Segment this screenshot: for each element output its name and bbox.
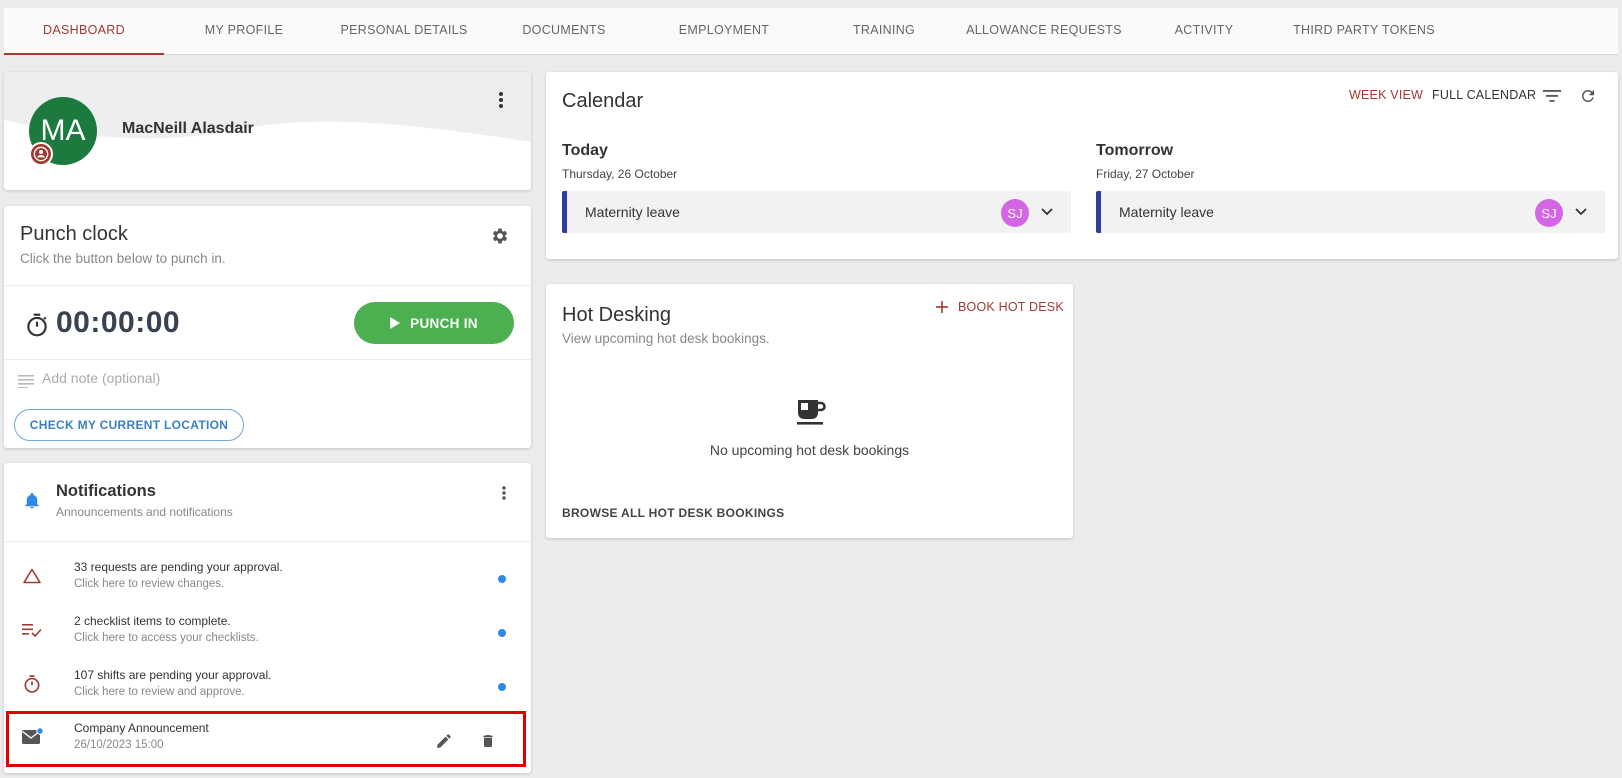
- day-date-tomorrow: Friday, 27 October: [1096, 167, 1195, 181]
- bell-icon: [22, 491, 42, 511]
- book-hot-desk-label: BOOK HOT DESK: [958, 300, 1064, 314]
- chevron-down-icon[interactable]: [1571, 202, 1591, 222]
- stopwatch-icon: [24, 312, 50, 338]
- hot-desking-card: Hot Desking View upcoming hot desk booki…: [546, 284, 1073, 538]
- trash-icon[interactable]: [478, 731, 498, 751]
- tab-allowance-requests[interactable]: ALLOWANCE REQUESTS: [964, 8, 1124, 54]
- notification-text: 2 checklist items to complete.: [74, 614, 231, 628]
- gear-icon[interactable]: [490, 226, 510, 246]
- punch-clock-title: Punch clock: [20, 223, 128, 245]
- notifications-card: Notifications Announcements and notifica…: [4, 463, 531, 773]
- play-icon: [390, 317, 401, 329]
- tab-personal-details[interactable]: PERSONAL DETAILS: [324, 8, 484, 54]
- notification-timestamp: 26/10/2023 15:00: [74, 739, 164, 751]
- hot-desking-subtitle: View upcoming hot desk bookings.: [562, 331, 770, 346]
- notification-subtext: Click here to review changes.: [74, 578, 225, 590]
- user-badge-icon: [29, 142, 53, 166]
- more-vert-icon[interactable]: [494, 483, 514, 503]
- day-label-today: Today: [562, 142, 608, 159]
- punch-in-button[interactable]: PUNCH IN: [354, 302, 514, 344]
- avatar: SJ: [1001, 199, 1029, 227]
- more-vert-icon[interactable]: [491, 90, 511, 110]
- notification-text: 33 requests are pending your approval.: [74, 560, 283, 574]
- punch-clock-subtitle: Click the button below to punch in.: [20, 251, 226, 266]
- notification-item-checklist[interactable]: 2 checklist items to complete. Click her…: [4, 608, 531, 660]
- unread-dot: [498, 575, 506, 583]
- calendar-event-tomorrow[interactable]: Maternity leave SJ: [1096, 191, 1605, 233]
- notification-item-announcement[interactable]: Company Announcement 26/10/2023 15:00: [4, 715, 531, 767]
- event-title: Maternity leave: [1119, 204, 1214, 220]
- stopwatch-icon: [20, 672, 44, 696]
- notification-text: 107 shifts are pending your approval.: [74, 668, 272, 682]
- warning-triangle-icon: [20, 564, 44, 588]
- book-hot-desk-button[interactable]: BOOK HOT DESK: [936, 300, 1064, 314]
- week-view-button[interactable]: WEEK VIEW: [1349, 88, 1423, 102]
- profile-name: MacNeill Alasdair: [122, 120, 254, 137]
- checklist-icon: [20, 618, 44, 642]
- browse-hot-desk-bookings-button[interactable]: BROWSE ALL HOT DESK BOOKINGS: [562, 506, 784, 520]
- event-title: Maternity leave: [585, 204, 680, 220]
- tab-training[interactable]: TRAINING: [804, 8, 964, 54]
- refresh-icon[interactable]: [1578, 86, 1598, 106]
- notification-item-shifts[interactable]: 107 shifts are pending your approval. Cl…: [4, 662, 531, 714]
- avatar: SJ: [1535, 199, 1563, 227]
- calendar-title: Calendar: [562, 90, 644, 112]
- check-location-button[interactable]: CHECK MY CURRENT LOCATION: [14, 409, 244, 441]
- calendar-card: Calendar WEEK VIEW FULL CALENDAR Today T…: [546, 72, 1618, 259]
- empty-state-text: No upcoming hot desk bookings: [709, 442, 910, 458]
- plus-icon: [936, 301, 948, 313]
- full-calendar-button[interactable]: FULL CALENDAR: [1432, 88, 1536, 102]
- divider: [4, 359, 531, 360]
- unread-dot: [498, 683, 506, 691]
- punch-clock-card: Punch clock Click the button below to pu…: [4, 206, 531, 448]
- edit-pencil-icon[interactable]: [434, 731, 454, 751]
- tab-dashboard[interactable]: DASHBOARD: [4, 8, 164, 55]
- notifications-subtitle: Announcements and notifications: [56, 505, 233, 519]
- notifications-title: Notifications: [56, 482, 156, 500]
- chevron-down-icon[interactable]: [1037, 202, 1057, 222]
- calendar-event-today[interactable]: Maternity leave SJ: [562, 191, 1071, 233]
- notification-text: Company Announcement: [74, 721, 209, 735]
- divider: [4, 285, 531, 286]
- day-label-tomorrow: Tomorrow: [1096, 142, 1174, 159]
- coffee-cup-icon: [796, 398, 826, 431]
- divider: [4, 541, 531, 542]
- day-date-today: Thursday, 26 October: [562, 167, 678, 181]
- notification-subtext: Click here to review and approve.: [74, 686, 245, 698]
- tab-employment[interactable]: EMPLOYMENT: [644, 8, 804, 54]
- profile-card: MA MacNeill Alasdair: [4, 72, 531, 190]
- tab-documents[interactable]: DOCUMENTS: [484, 8, 644, 54]
- unread-dot: [498, 629, 506, 637]
- filter-icon[interactable]: [1542, 86, 1562, 106]
- punch-in-label: PUNCH IN: [410, 315, 478, 331]
- note-input[interactable]: [42, 370, 502, 386]
- mail-icon: [20, 725, 44, 749]
- top-nav: DASHBOARD MY PROFILE PERSONAL DETAILS DO…: [4, 8, 1618, 55]
- timer-display: 00:00:00: [56, 306, 181, 339]
- tab-my-profile[interactable]: MY PROFILE: [164, 8, 324, 54]
- notes-lines-icon: [16, 371, 36, 391]
- tab-activity[interactable]: ACTIVITY: [1124, 8, 1284, 54]
- hot-desking-title: Hot Desking: [562, 304, 671, 326]
- tab-third-party-tokens[interactable]: THIRD PARTY TOKENS: [1284, 8, 1444, 54]
- notification-item-requests[interactable]: 33 requests are pending your approval. C…: [4, 554, 531, 606]
- notification-subtext: Click here to access your checklists.: [74, 632, 259, 644]
